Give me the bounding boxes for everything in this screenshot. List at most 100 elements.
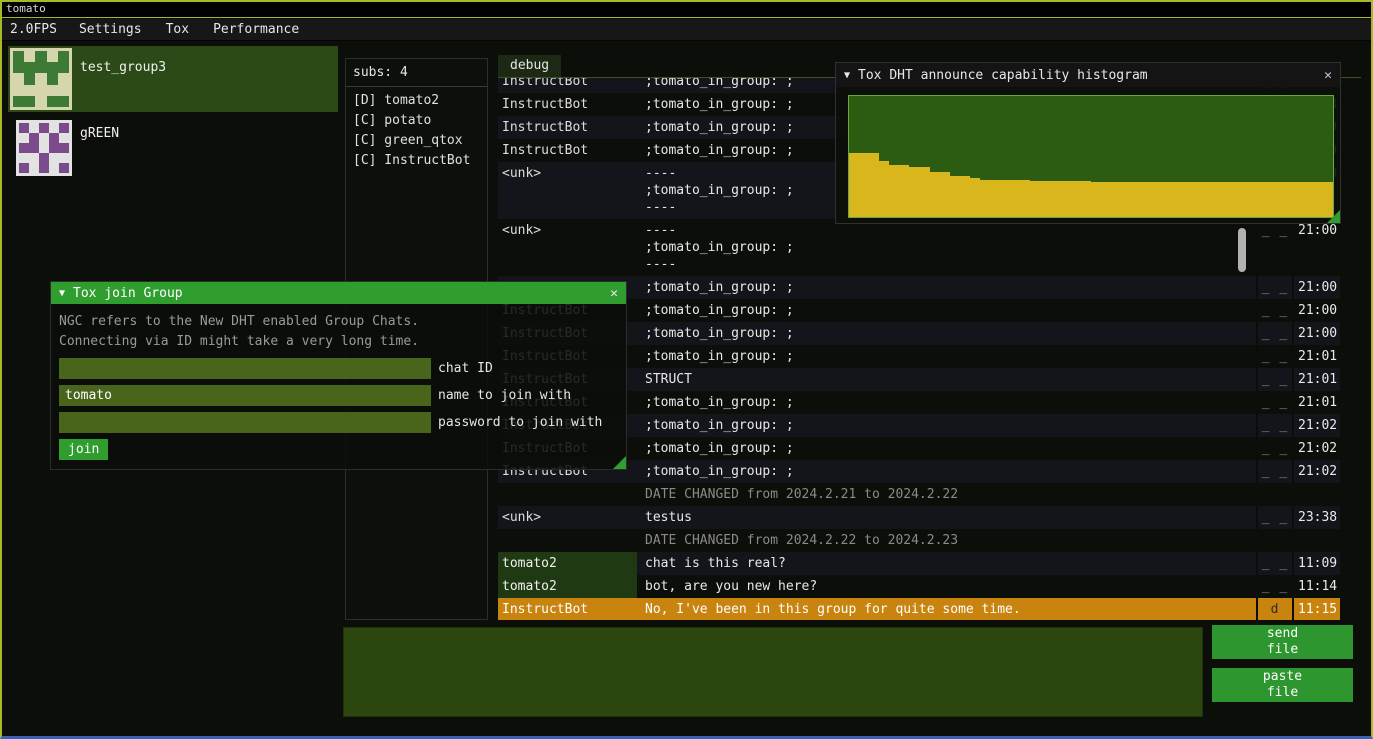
menu-item-performance[interactable]: Performance [201, 19, 311, 41]
separator [346, 86, 487, 87]
app-window: tomato 2.0FPS SettingsToxPerformance tes… [0, 0, 1373, 739]
histogram-window-title: Tox DHT announce capability histogram [858, 68, 1148, 83]
message-status: _ _ [1256, 414, 1292, 437]
member-item[interactable]: [C] InstructBot [346, 151, 487, 171]
menu-items: SettingsToxPerformance [67, 19, 311, 41]
message-author: InstructBot [498, 116, 637, 139]
message-status: _ _ [1256, 219, 1292, 276]
message-text: ---- ;tomato_in_group: ; ---- [637, 219, 1256, 276]
member-item[interactable]: [C] potato [346, 111, 487, 131]
chat-row[interactable]: DATE CHANGED from 2024.2.22 to 2024.2.23 [498, 529, 1340, 552]
join-window-body: NGC refers to the New DHT enabled Group … [51, 304, 626, 468]
message-status: _ _ [1256, 506, 1292, 529]
message-text: ;tomato_in_group: ; [637, 322, 1256, 345]
join-desc-line1: NGC refers to the New DHT enabled Group … [59, 312, 618, 332]
message-status: _ _ [1256, 552, 1292, 575]
password-to-join-with-input[interactable] [59, 412, 431, 433]
chat-row[interactable]: InstructBotNo, I've been in this group f… [498, 598, 1340, 620]
chat-row[interactable]: <unk>testus_ _23:38 [498, 506, 1340, 529]
message-text: DATE CHANGED from 2024.2.21 to 2024.2.22 [637, 483, 1256, 506]
send-file-button[interactable]: send file [1212, 625, 1353, 659]
join-window-titlebar[interactable]: ▼ Tox join Group ✕ [51, 282, 626, 304]
message-time: 11:14 [1292, 575, 1340, 598]
histogram-window-titlebar[interactable]: ▼ Tox DHT announce capability histogram … [836, 63, 1340, 87]
subs-count-header: subs: 4 [346, 59, 487, 84]
message-time: 21:01 [1292, 368, 1340, 391]
chat-row[interactable]: <unk>---- ;tomato_in_group: ; ----_ _21:… [498, 219, 1340, 276]
message-time: 21:02 [1292, 460, 1340, 483]
menu-item-tox[interactable]: Tox [154, 19, 201, 41]
message-author [498, 529, 637, 552]
member-item[interactable]: [C] green_qtox [346, 131, 487, 151]
message-author: InstructBot [498, 78, 637, 93]
message-author: <unk> [498, 219, 637, 276]
window-titlebar[interactable]: tomato [0, 0, 1373, 18]
histogram-window: ▼ Tox DHT announce capability histogram … [835, 62, 1341, 224]
join-field-row: password to join with [59, 412, 618, 433]
message-text: ;tomato_in_group: ; [637, 345, 1256, 368]
group-name: gREEN [80, 126, 119, 178]
chat-scrollbar-thumb[interactable] [1238, 228, 1246, 272]
tab-debug[interactable]: debug [498, 55, 561, 77]
message-status: _ _ [1256, 575, 1292, 598]
message-author: InstructBot [498, 93, 637, 116]
message-text: ;tomato_in_group: ; [637, 437, 1256, 460]
chat-row[interactable]: tomato2bot, are you new here?_ _11:14 [498, 575, 1340, 598]
collapse-arrow-icon[interactable]: ▼ [59, 288, 65, 299]
histogram-plot [848, 95, 1334, 218]
join-field-row: chat ID [59, 358, 618, 379]
message-status: _ _ [1256, 391, 1292, 414]
message-author: <unk> [498, 506, 637, 529]
name-to-join-with-input[interactable] [59, 385, 431, 406]
join-field-row: name to join with [59, 385, 618, 406]
chat-ID-input[interactable] [59, 358, 431, 379]
join-field-label: name to join with [438, 385, 571, 406]
chat-row[interactable]: DATE CHANGED from 2024.2.21 to 2024.2.22 [498, 483, 1340, 506]
message-time: 21:02 [1292, 414, 1340, 437]
sidebar-group-test_group3[interactable]: test_group3 [8, 46, 338, 112]
message-author: <unk> [498, 162, 637, 219]
paste-file-button[interactable]: paste file [1212, 668, 1353, 702]
message-time: 23:38 [1292, 506, 1340, 529]
join-fields: chat ID name to join with password to join… [59, 358, 618, 433]
message-time [1292, 529, 1340, 552]
message-time: 21:01 [1292, 345, 1340, 368]
close-icon[interactable]: ✕ [1324, 68, 1332, 83]
message-author: InstructBot [498, 598, 637, 620]
message-author: InstructBot [498, 139, 637, 162]
chat-row[interactable]: tomato2chat is this real?_ _11:09 [498, 552, 1340, 575]
resize-grip[interactable] [1327, 210, 1340, 223]
message-status: _ _ [1256, 322, 1292, 345]
fps-counter: 2.0FPS [0, 19, 67, 41]
message-text: chat is this real? [637, 552, 1256, 575]
join-button[interactable]: join [59, 439, 108, 460]
menu-item-settings[interactable]: Settings [67, 19, 154, 41]
message-text: ;tomato_in_group: ; [637, 299, 1256, 322]
message-text: bot, are you new here? [637, 575, 1256, 598]
join-field-label: chat ID [438, 358, 493, 379]
histogram-bars [849, 96, 1333, 217]
message-text: ;tomato_in_group: ; [637, 391, 1256, 414]
message-time: 21:00 [1292, 219, 1340, 276]
message-status: _ _ [1256, 460, 1292, 483]
join-group-window: ▼ Tox join Group ✕ NGC refers to the New… [50, 281, 627, 470]
window-title: tomato [6, 2, 46, 15]
message-time: 11:09 [1292, 552, 1340, 575]
message-time: 21:00 [1292, 299, 1340, 322]
compose-input[interactable] [343, 627, 1203, 717]
message-author [498, 483, 637, 506]
menu-bar: 2.0FPS SettingsToxPerformance [0, 19, 1373, 41]
close-icon[interactable]: ✕ [610, 286, 618, 301]
message-time: 21:02 [1292, 437, 1340, 460]
member-item[interactable]: [D] tomato2 [346, 91, 487, 111]
resize-grip[interactable] [613, 456, 626, 469]
message-text: DATE CHANGED from 2024.2.22 to 2024.2.23 [637, 529, 1256, 552]
sidebar-group-gREEN[interactable]: gREEN [8, 116, 338, 180]
message-time: 21:01 [1292, 391, 1340, 414]
message-text: ;tomato_in_group: ; [637, 460, 1256, 483]
collapse-arrow-icon[interactable]: ▼ [844, 70, 850, 81]
message-status: _ _ [1256, 368, 1292, 391]
message-time [1292, 483, 1340, 506]
message-text: STRUCT [637, 368, 1256, 391]
member-list: [D] tomato2[C] potato[C] green_qtox[C] I… [346, 91, 487, 171]
